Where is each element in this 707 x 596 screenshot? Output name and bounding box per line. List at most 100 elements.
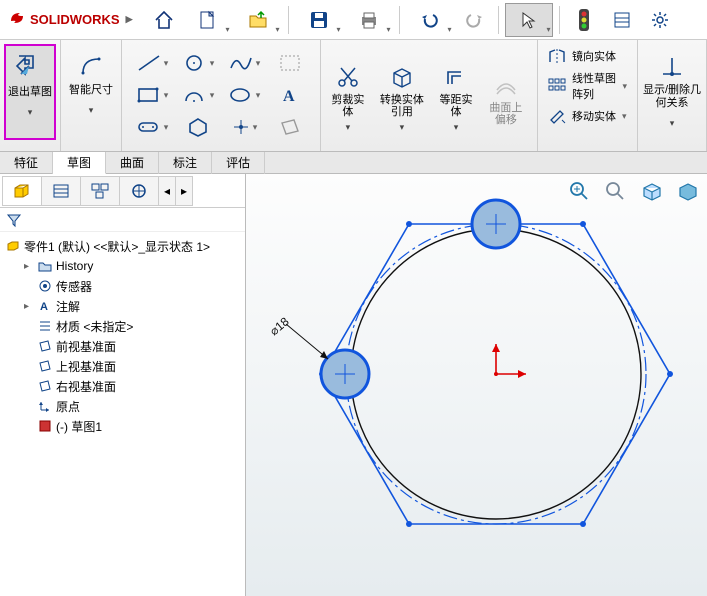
mirror-button[interactable]: 镜向实体 — [548, 48, 627, 64]
dropdown-caret-icon: ▾ — [454, 122, 459, 133]
traffic-light-button[interactable] — [566, 3, 602, 37]
linear-pattern-label: 线性草图阵列 — [572, 70, 617, 102]
tab-surface[interactable]: 曲面 — [106, 152, 159, 174]
settings-button[interactable] — [642, 3, 678, 37]
tree-item-top-plane[interactable]: 上视基准面 — [2, 356, 243, 376]
tree-item-origin[interactable]: 原点 — [2, 396, 243, 416]
app-logo[interactable]: SOLIDWORKS ▶ — [0, 8, 140, 31]
ribbon: 退出草图 ▾ 智能尺寸 ▾ ▾ ▾ ▾ ▾ ▾ ▾ A ▾ ▾ — [0, 40, 707, 152]
display-relations-label: 显示/删除几何关系 — [642, 84, 702, 110]
tree-label: (-) 草图1 — [56, 418, 102, 435]
ribbon-group-transform: 镜向实体 线性草图阵列 ▾ 移动实体 ▾ — [538, 40, 638, 151]
circle-tool[interactable]: ▾ — [176, 48, 220, 78]
move-label: 移动实体 — [572, 108, 616, 124]
home-button[interactable] — [146, 3, 182, 37]
tree-label: 原点 — [56, 398, 80, 415]
tree-item-history[interactable]: ▸ History — [2, 256, 243, 276]
undo-button[interactable]: ▾ — [406, 3, 454, 37]
graphics-viewport[interactable]: ⌀18 — [246, 174, 707, 596]
save-button[interactable]: ▾ — [295, 3, 343, 37]
trim-button[interactable]: 剪裁实体 ▾ — [325, 58, 371, 137]
separator — [399, 6, 400, 34]
filter-icon[interactable] — [6, 212, 22, 228]
tab-evaluate[interactable]: 评估 — [212, 152, 265, 174]
tab-annotate[interactable]: 标注 — [159, 152, 212, 174]
slot-tool[interactable]: ▾ — [130, 112, 174, 142]
mirror-icon — [548, 48, 566, 64]
diameter-dimension[interactable]: ⌀18 — [267, 314, 328, 359]
exit-sketch-button[interactable]: 退出草图 ▾ — [4, 44, 56, 140]
rectangle-tool[interactable]: ▾ — [130, 80, 174, 110]
fm-tab-dim[interactable] — [119, 176, 159, 206]
ellipse-tool[interactable]: ▾ — [222, 80, 266, 110]
offset-icon — [443, 62, 469, 92]
new-button[interactable]: ▾ — [184, 3, 232, 37]
expand-icon[interactable]: ▸ — [24, 261, 34, 272]
cube-icon — [389, 62, 415, 92]
redo-button[interactable] — [456, 3, 492, 37]
svg-text:A: A — [283, 88, 295, 105]
app-menu-caret-icon: ▶ — [126, 14, 133, 25]
material-icon — [38, 319, 52, 333]
fm-tab-prev[interactable]: ◂ — [158, 176, 176, 206]
tree-item-sensors[interactable]: 传感器 — [2, 276, 243, 296]
arc-tool[interactable]: ▾ — [176, 80, 220, 110]
tree-item-annotations[interactable]: ▸ A 注解 — [2, 296, 243, 316]
ribbon-group-modify: 剪裁实体 ▾ 转换实体引用 ▾ 等距实体 ▾ 曲面上偏移 — [321, 40, 538, 151]
fm-tab-config[interactable] — [80, 176, 120, 206]
dimension-text: ⌀18 — [267, 314, 292, 338]
linear-pattern-button[interactable]: 线性草图阵列 ▾ — [548, 70, 627, 102]
dropdown-caret-icon: ▾ — [89, 105, 94, 116]
dotted-rect-tool[interactable] — [268, 48, 312, 78]
tree-item-right-plane[interactable]: 右视基准面 — [2, 376, 243, 396]
select-button[interactable]: ▾ — [505, 3, 553, 37]
print-button[interactable]: ▾ — [345, 3, 393, 37]
smart-dimension-icon — [77, 48, 105, 82]
fm-tab-property[interactable] — [41, 176, 81, 206]
polygon-tool[interactable] — [176, 112, 220, 142]
offset-button[interactable]: 等距实体 ▾ — [433, 58, 479, 137]
text-tool[interactable]: A — [268, 80, 312, 110]
main-area: ◂ ▸ 零件1 (默认) <<默认>_显示状态 1> ▸ History 传感器… — [0, 174, 707, 596]
move-icon — [548, 108, 566, 124]
exit-sketch-icon — [15, 50, 45, 84]
tab-feature[interactable]: 特征 — [0, 152, 53, 174]
plane-icon — [38, 359, 52, 373]
list-button[interactable] — [604, 3, 640, 37]
surface-offset-icon — [493, 70, 519, 100]
surface-offset-label: 曲面上偏移 — [485, 102, 527, 126]
fm-tab-next[interactable]: ▸ — [175, 176, 193, 206]
dropdown-caret-icon: ▾ — [336, 25, 340, 34]
tree-item-material[interactable]: 材质 <未指定> — [2, 316, 243, 336]
line-tool[interactable]: ▾ — [130, 48, 174, 78]
convert-button[interactable]: 转换实体引用 ▾ — [371, 58, 434, 137]
dropdown-caret-icon: ▾ — [225, 25, 229, 34]
fm-tab-tree[interactable] — [2, 176, 42, 206]
sketch-icon — [38, 419, 52, 433]
tab-sketch[interactable]: 草图 — [53, 152, 106, 174]
expand-icon[interactable]: ▸ — [24, 301, 34, 312]
separator — [288, 6, 289, 34]
trim-label: 剪裁实体 — [331, 94, 365, 118]
tree-label: History — [56, 259, 93, 273]
smart-dimension-button[interactable]: 智能尺寸 ▾ — [65, 44, 117, 140]
plane-tool[interactable] — [268, 112, 312, 142]
tree-label: 前视基准面 — [56, 338, 116, 355]
plane-icon — [38, 339, 52, 353]
spline-tool[interactable]: ▾ — [222, 48, 266, 78]
filter-row — [0, 208, 245, 232]
tree-label: 注解 — [56, 298, 80, 315]
exit-sketch-label: 退出草图 — [8, 86, 52, 99]
open-button[interactable]: ▾ — [234, 3, 282, 37]
mirror-label: 镜向实体 — [572, 48, 616, 64]
dropdown-caret-icon: ▾ — [670, 118, 675, 129]
point-tool[interactable]: ▾ — [222, 112, 266, 142]
tree-item-sketch1[interactable]: (-) 草图1 — [2, 416, 243, 436]
scissors-icon — [335, 62, 361, 92]
tree-item-front-plane[interactable]: 前视基准面 — [2, 336, 243, 356]
display-relations-button[interactable]: 显示/删除几何关系 ▾ — [642, 44, 702, 140]
tree-root[interactable]: 零件1 (默认) <<默认>_显示状态 1> — [2, 236, 243, 256]
move-button[interactable]: 移动实体 ▾ — [548, 108, 627, 124]
dropdown-caret-icon: ▾ — [346, 122, 351, 133]
surface-offset-button[interactable]: 曲面上偏移 — [479, 66, 533, 130]
